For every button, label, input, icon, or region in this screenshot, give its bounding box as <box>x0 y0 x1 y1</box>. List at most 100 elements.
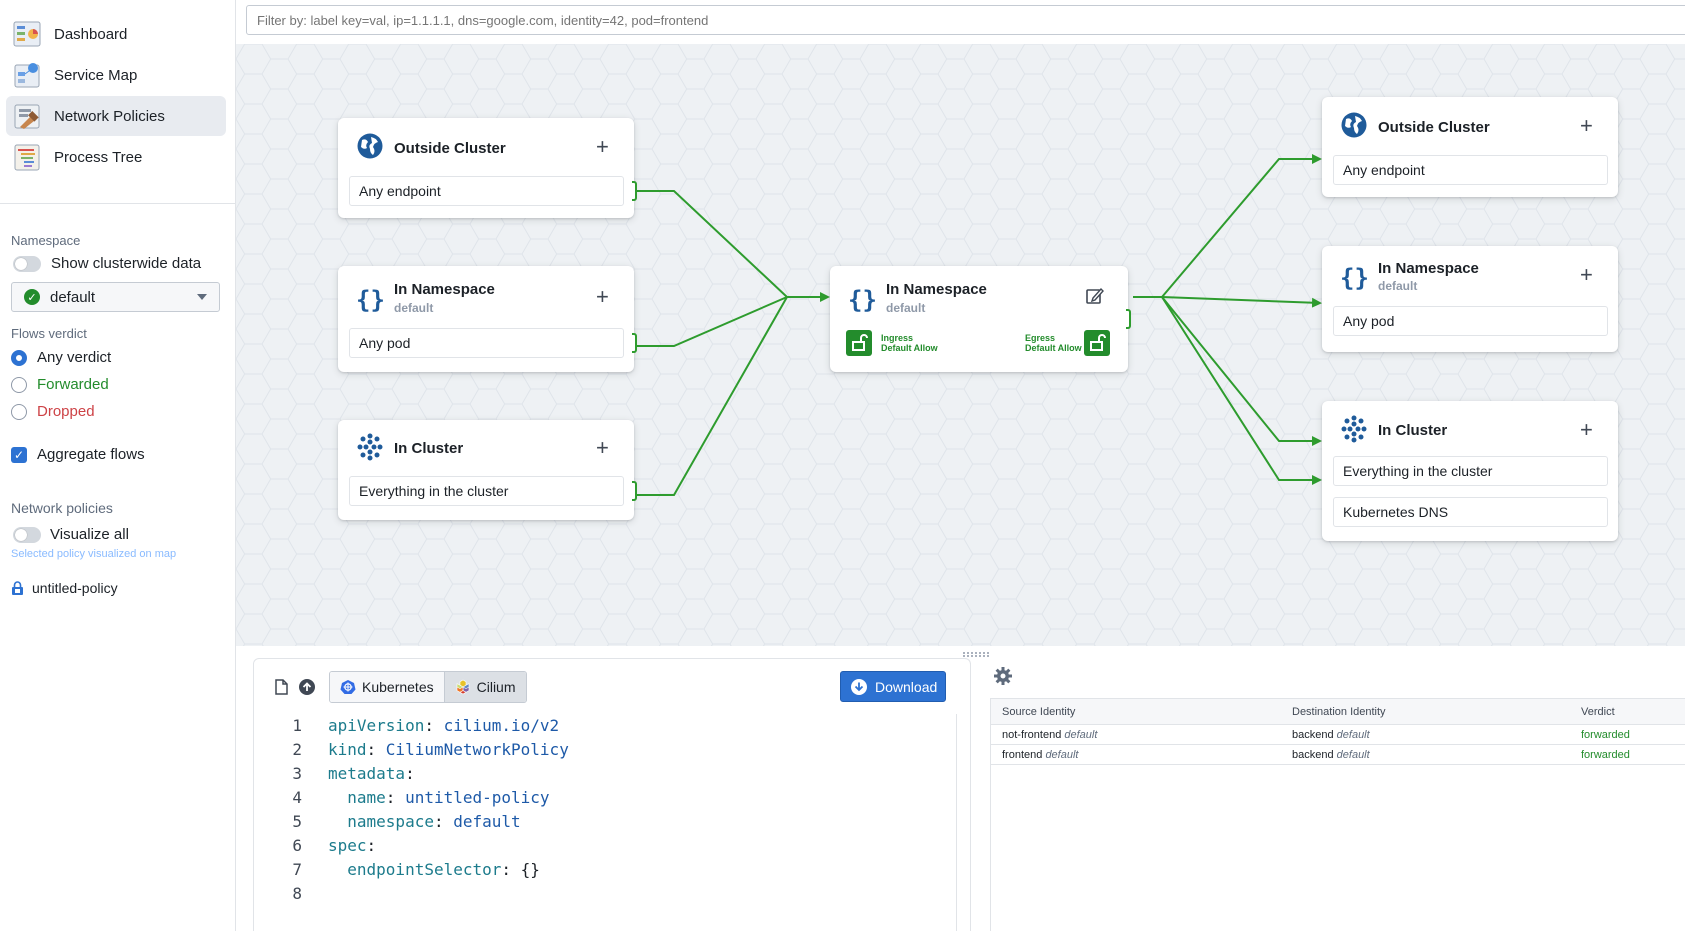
yaml-key: kind <box>328 740 367 759</box>
card-title: In Namespace <box>394 281 495 298</box>
policy-format-tabs: Kubernetes Cilium <box>329 671 527 703</box>
ingress-line-in-namespace <box>637 296 788 347</box>
add-rule-button[interactable]: + <box>1580 264 1593 286</box>
yaml-key: namespace <box>347 812 434 831</box>
identity-name: backend <box>1292 749 1334 761</box>
namespace-select[interactable]: ✓ default <box>11 282 220 312</box>
identity-namespace: default <box>1336 729 1370 741</box>
rule-item[interactable]: Any pod <box>349 328 624 358</box>
gear-icon[interactable] <box>993 666 1013 686</box>
card-title: In Namespace <box>1378 260 1479 277</box>
identity-name: frontend <box>1002 749 1043 761</box>
yaml-key: spec <box>328 836 367 855</box>
add-rule-button[interactable]: + <box>1580 419 1593 441</box>
line-content: endpointSelector: {} <box>328 858 540 882</box>
download-icon <box>851 678 867 695</box>
check-circle-icon: ✓ <box>24 289 40 305</box>
column-header[interactable]: Verdict <box>1581 699 1615 725</box>
yaml-key: apiVersion <box>328 716 425 735</box>
policy-lock-icon <box>11 581 24 596</box>
card-title: In Cluster <box>394 440 464 457</box>
braces-icon: {} <box>1340 264 1369 292</box>
policy-item[interactable]: untitled-policy <box>32 580 118 596</box>
egress-card-in-cluster: In Cluster + Everything in the cluster K… <box>1322 401 1618 541</box>
nav-label: Process Tree <box>54 148 143 166</box>
nav-network-policies[interactable]: Network Policies <box>6 96 226 136</box>
rule-item[interactable]: Kubernetes DNS <box>1333 497 1608 527</box>
ingress-default-label: Default Allow <box>881 343 938 353</box>
code-line: 7 endpointSelector: {} <box>254 858 954 882</box>
line-number: 3 <box>292 764 302 783</box>
braces-icon: {} <box>356 286 385 314</box>
output-port <box>632 481 637 501</box>
panel-resize-handle[interactable] <box>960 646 996 657</box>
nav-dashboard[interactable]: Dashboard <box>6 14 226 54</box>
table-row[interactable]: frontend default backend default forward… <box>991 745 1685 765</box>
flows-table: Source Identity Destination Identity Ver… <box>990 698 1685 931</box>
nav-service-map[interactable]: Service Map <box>6 55 226 95</box>
rule-item[interactable]: Any endpoint <box>349 176 624 206</box>
rule-item[interactable]: Everything in the cluster <box>349 476 624 506</box>
ingress-lock-open-icon[interactable] <box>846 330 872 356</box>
verdict: forwarded <box>1581 729 1630 741</box>
yaml-code-editor[interactable]: 1 apiVersion: cilium.io/v2 2 kind: CiliumNe… <box>254 714 954 906</box>
tab-label: Kubernetes <box>362 679 434 695</box>
add-rule-button[interactable]: + <box>1580 115 1593 137</box>
yaml-separator: : <box>424 716 444 735</box>
egress-card-outside-cluster: Outside Cluster + Any endpoint <box>1322 97 1618 197</box>
yaml-separator: : <box>501 860 521 879</box>
code-line: 4 name: untitled-policy <box>254 786 954 810</box>
rule-item[interactable]: Any pod <box>1333 306 1608 336</box>
aggregate-flows-checkbox[interactable]: ✓ <box>11 447 27 463</box>
table-row[interactable]: not-frontend default backend default for… <box>991 725 1685 745</box>
line-number: 2 <box>292 740 302 759</box>
identity-name: backend <box>1292 729 1334 741</box>
rule-item[interactable]: Any endpoint <box>1333 155 1608 185</box>
yaml-value: CiliumNetworkPolicy <box>385 740 569 759</box>
download-button[interactable]: Download <box>840 671 946 702</box>
braces-icon: {} <box>848 286 877 314</box>
ingress-line-outside-cluster <box>637 190 788 298</box>
upload-icon[interactable] <box>298 678 316 696</box>
code-line: 6 spec: <box>254 834 954 858</box>
clusterwide-toggle[interactable] <box>13 256 41 272</box>
card-subtitle: default <box>394 301 434 315</box>
verdict-radio-dropped[interactable] <box>11 404 27 420</box>
column-header[interactable]: Destination Identity <box>1292 699 1386 725</box>
identity-namespace: default <box>1045 749 1079 761</box>
line-content: apiVersion: cilium.io/v2 <box>328 714 559 738</box>
egress-lock-open-icon[interactable] <box>1084 330 1110 356</box>
verdict-label-forwarded: Forwarded <box>37 376 109 393</box>
yaml-separator: : <box>366 740 386 759</box>
column-header[interactable]: Source Identity <box>1002 699 1075 725</box>
cluster-icon <box>1340 415 1368 443</box>
verdict-radio-any[interactable] <box>11 350 27 366</box>
egress-line-outside-cluster <box>1161 154 1322 298</box>
flows-verdict-label: Flows verdict <box>11 326 87 341</box>
visualize-all-toggle[interactable] <box>13 527 41 543</box>
rule-item[interactable]: Everything in the cluster <box>1333 456 1608 486</box>
card-subtitle: default <box>886 301 926 315</box>
yaml-separator: : <box>385 788 406 807</box>
filter-input[interactable] <box>246 5 1685 35</box>
new-file-icon[interactable] <box>272 678 290 696</box>
egress-line-kubernetes-dns <box>1161 296 1322 485</box>
tab-kubernetes[interactable]: Kubernetes <box>330 672 444 702</box>
yaml-separator: : <box>405 764 415 783</box>
yaml-separator: : <box>366 836 377 855</box>
flows-panel: Source Identity Destination Identity Ver… <box>988 658 1685 931</box>
code-line: 3 metadata: <box>254 762 954 786</box>
line-number: 7 <box>292 860 302 879</box>
add-rule-button[interactable]: + <box>596 286 609 308</box>
nav-label: Service Map <box>54 66 138 84</box>
verdict-radio-forwarded[interactable] <box>11 377 27 393</box>
visualize-all-label: Visualize all <box>50 526 129 543</box>
ingress-label: Ingress <box>881 333 914 343</box>
nav-process-tree[interactable]: Process Tree <box>6 137 226 177</box>
add-rule-button[interactable]: + <box>596 136 609 158</box>
card-title: Outside Cluster <box>394 140 506 157</box>
line-content: name: untitled-policy <box>328 786 549 810</box>
edit-icon[interactable] <box>1085 286 1105 306</box>
add-rule-button[interactable]: + <box>596 437 609 459</box>
tab-cilium[interactable]: Cilium <box>443 672 526 702</box>
